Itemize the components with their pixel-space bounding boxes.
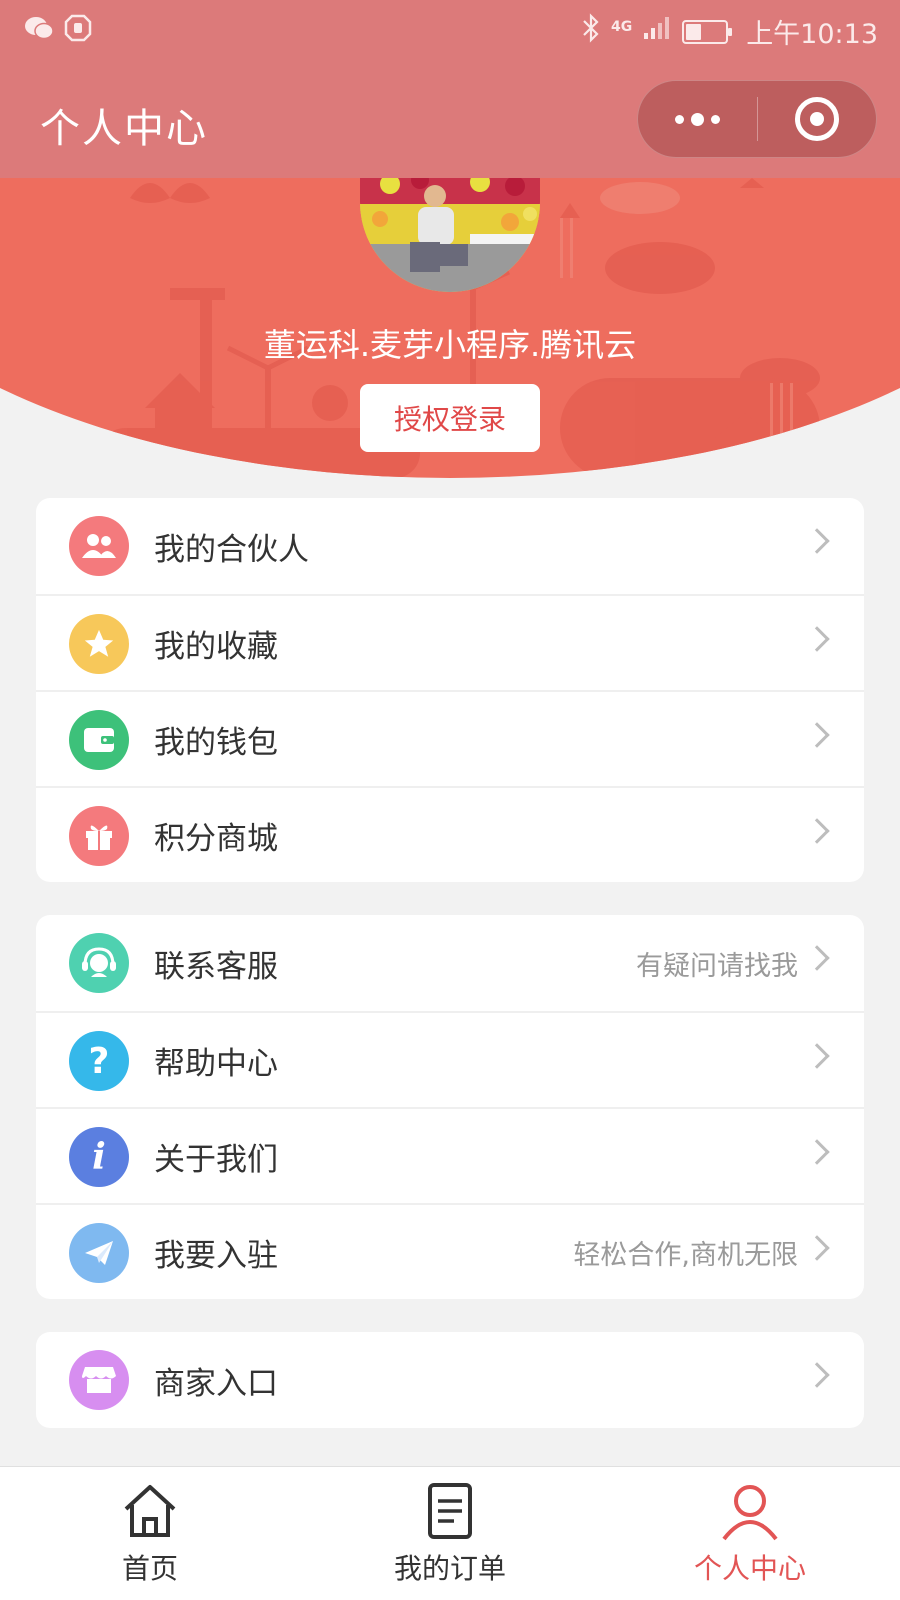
tab-personal-center[interactable]: 个人中心 [600, 1467, 900, 1600]
menu-hint: 有疑问请找我 [636, 950, 798, 982]
page-title: 个人中心 [40, 106, 208, 152]
paper-plane-icon [69, 1223, 129, 1283]
gift-icon [69, 806, 129, 866]
wechat-icon [24, 15, 54, 48]
menu-item-favorites[interactable]: 我的收藏 [36, 594, 864, 690]
home-icon [124, 1485, 176, 1537]
menu-label: 我要入驻 [154, 1237, 278, 1274]
clock: 上午10:13 [746, 19, 878, 50]
menu-item-about-us[interactable]: i 关于我们 [36, 1107, 864, 1203]
menu-item-points-mall[interactable]: 积分商城 [36, 786, 864, 882]
authorize-login-button[interactable]: 授权登录 [360, 384, 540, 452]
menu-label: 我的收藏 [154, 628, 278, 665]
more-button[interactable] [638, 81, 757, 157]
menu-label: 我的钱包 [154, 724, 278, 761]
tab-home[interactable]: 首页 [0, 1467, 300, 1600]
bottom-tab-bar: 首页 我的订单 个人中心 [0, 1466, 900, 1600]
signal-icon [642, 15, 672, 48]
menu-item-merchant-entry[interactable]: 商家入口 [36, 1332, 864, 1428]
menu-item-join[interactable]: 我要入驻 轻松合作,商机无限 [36, 1203, 864, 1299]
info-icon: i [69, 1127, 129, 1187]
menu-label: 积分商城 [154, 820, 278, 857]
user-icon [722, 1485, 778, 1541]
top-bar: 4G 上午10:13 个人中心 [0, 0, 900, 178]
bluetooth-icon [581, 13, 601, 50]
menu-item-partners[interactable]: 我的合伙人 [36, 498, 864, 594]
menu-label: 我的合伙人 [154, 531, 309, 568]
battery-icon [682, 19, 733, 44]
partners-icon [69, 516, 129, 576]
status-bar: 4G 上午10:13 [0, 0, 900, 60]
chevron-right-icon [804, 722, 830, 748]
chevron-right-icon [804, 1139, 830, 1165]
question-icon: ? [69, 1031, 129, 1091]
store-icon [69, 1350, 129, 1410]
menu-group-account: 我的合伙人 我的收藏 我的钱包 积分商城 [36, 498, 864, 882]
menu-label: 联系客服 [154, 948, 278, 985]
order-icon [428, 1483, 472, 1539]
hand-icon [64, 14, 92, 49]
menu-hint: 轻松合作,商机无限 [573, 1239, 798, 1271]
tab-label: 我的订单 [393, 1552, 506, 1585]
star-icon [69, 614, 129, 674]
username: 董运科.麦芽小程序.腾讯云 [263, 326, 637, 364]
network-type: 4G [610, 18, 633, 35]
menu-label: 关于我们 [154, 1141, 278, 1178]
menu-item-help-center[interactable]: ? 帮助中心 [36, 1011, 864, 1107]
wallet-icon [69, 710, 129, 770]
customer-service-icon [69, 933, 129, 993]
menu-label: 商家入口 [154, 1365, 278, 1402]
menu-item-customer-service[interactable]: 联系客服 有疑问请找我 [36, 915, 864, 1011]
tab-label: 个人中心 [693, 1552, 806, 1585]
chevron-right-icon [804, 945, 830, 971]
chevron-right-icon [804, 818, 830, 844]
menu-label: 帮助中心 [154, 1045, 278, 1082]
chevron-right-icon [804, 1362, 830, 1388]
tab-my-orders[interactable]: 我的订单 [300, 1467, 600, 1600]
tab-label: 首页 [121, 1552, 178, 1585]
menu-item-wallet[interactable]: 我的钱包 [36, 690, 864, 786]
chevron-right-icon [804, 626, 830, 652]
profile-banner: 董运科.麦芽小程序.腾讯云 授权登录 [0, 178, 900, 478]
chevron-right-icon [804, 528, 830, 554]
more-dots-icon [674, 112, 720, 126]
chevron-right-icon [804, 1235, 830, 1261]
close-button[interactable] [758, 81, 877, 157]
close-target-icon [794, 97, 839, 141]
menu-group-service: 联系客服 有疑问请找我 ? 帮助中心 i 关于我们 我要入驻 轻松合作,商机无限 [36, 915, 864, 1299]
chevron-right-icon [804, 1043, 830, 1069]
mini-program-capsule [637, 80, 877, 158]
menu-group-merchant: 商家入口 [36, 1332, 864, 1428]
